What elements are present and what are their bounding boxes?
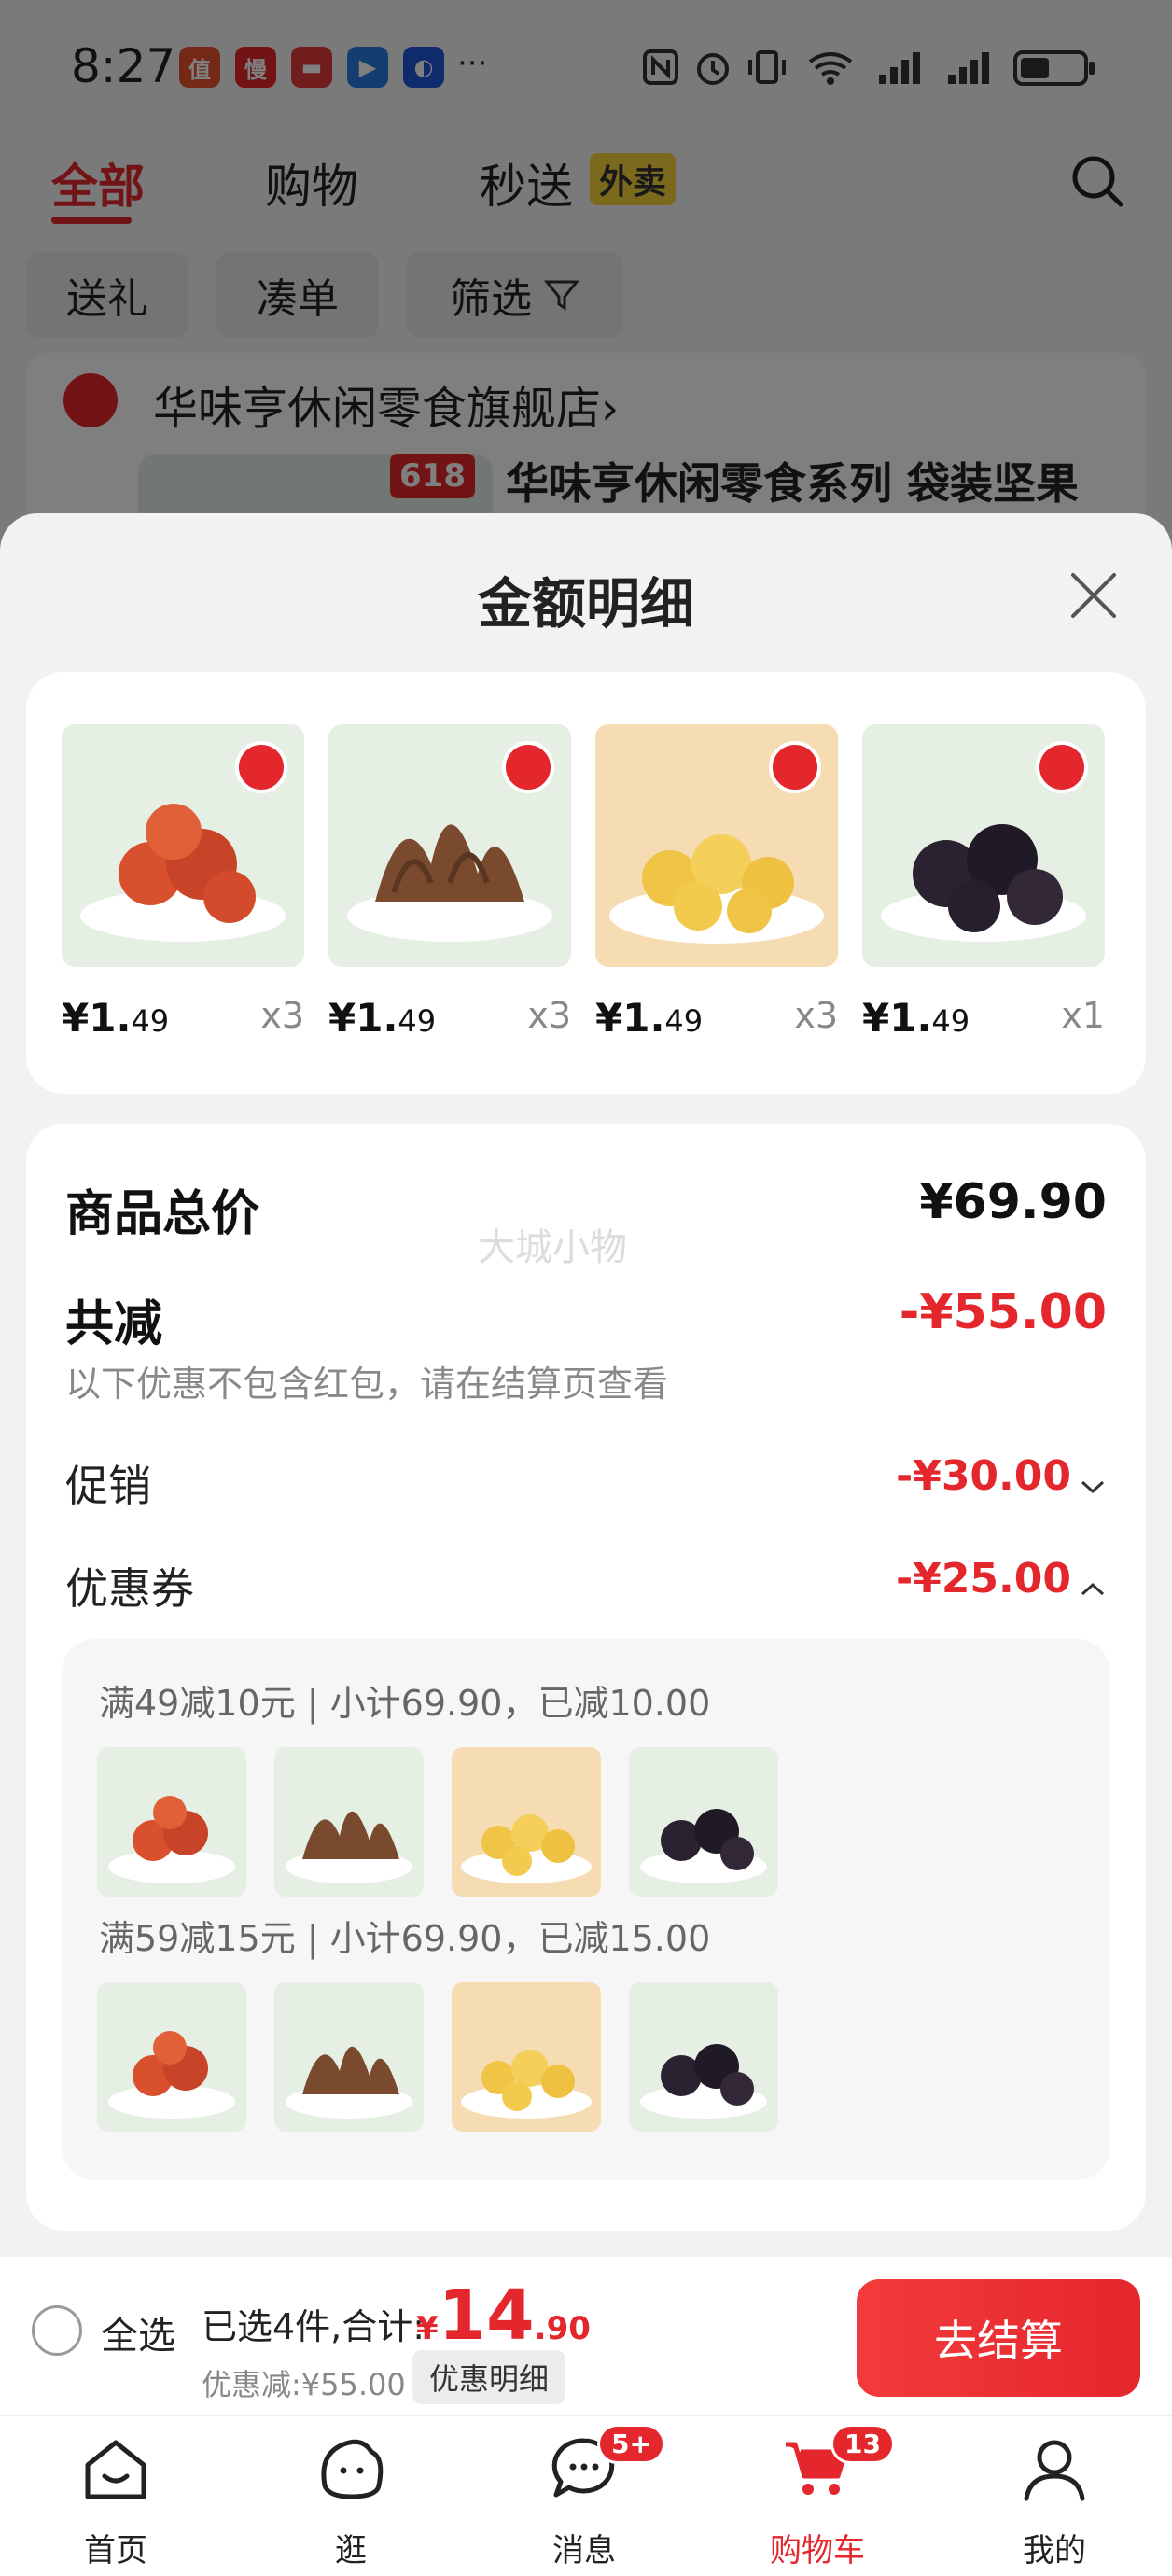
selected-check-icon: [1036, 741, 1088, 793]
coupon-detail-panel: 满49减10元 | 小计69.90，已减10.00 满59减15元 | 小计69…: [62, 1639, 1110, 2180]
total-row: 商品总价 ¥69.90: [65, 1174, 1107, 1244]
product-qty: x3: [527, 995, 571, 1036]
coupon-product-thumb: [97, 1982, 246, 2132]
tab-profile[interactable]: 我的: [970, 2416, 1138, 2576]
coupon-product-thumb: [274, 1982, 424, 2132]
tab-profile-label: 我的: [1023, 2532, 1086, 2569]
amount-detail-sheet: 金额明细 ¥1.49 x3 ¥1.49 x3 ¥1.49 x3 ¥1.49 x1…: [0, 513, 1172, 2576]
coupon-product-thumb: [629, 1747, 778, 1897]
sheet-title: 金额明细: [477, 572, 694, 636]
coupon-product-thumb: [97, 1747, 246, 1897]
product-price: ¥1.49: [328, 995, 437, 1041]
discount-detail-button[interactable]: 优惠明细: [412, 2350, 566, 2404]
total-value: ¥69.90: [919, 1174, 1107, 1230]
checkout-bar: 全选 已选4件,合计: ¥14.90 优惠减:¥55.00 优惠明细 去结算: [0, 2257, 1172, 2415]
close-icon[interactable]: [1066, 567, 1122, 623]
total-label: 商品总价: [65, 1186, 260, 1242]
cart-badge: 13: [830, 2424, 895, 2464]
tab-browse[interactable]: 逛: [267, 2416, 435, 2576]
selected-count: 已选4件,合计:: [202, 2306, 426, 2347]
tab-cart-label: 购物车: [770, 2532, 865, 2569]
tab-browse-label: 逛: [335, 2532, 367, 2569]
product-item[interactable]: ¥1.49 x3: [328, 724, 571, 1041]
coupon-product-thumb: [452, 1982, 601, 2132]
reduce-value: -¥55.00: [899, 1284, 1107, 1340]
product-qty: x3: [260, 995, 304, 1036]
promo-label: 促销: [65, 1461, 151, 1511]
selected-check-icon: [235, 741, 287, 793]
reduce-row: 共减 -¥55.00: [65, 1284, 1107, 1354]
discount-text: 优惠减:¥55.00: [202, 2367, 406, 2402]
select-all-label[interactable]: 全选: [101, 2305, 175, 2359]
tab-cart[interactable]: 13 购物车: [733, 2416, 901, 2576]
promo-value-wrap: -¥30.00: [896, 1452, 1107, 1500]
coupon-label: 优惠券: [65, 1563, 194, 1614]
coupon-product-thumb: [274, 1747, 424, 1897]
product-strip: ¥1.49 x3 ¥1.49 x3 ¥1.49 x3 ¥1.49 x1: [26, 672, 1146, 1094]
coupon-product-thumb: [629, 1982, 778, 2132]
product-item[interactable]: ¥1.49 x3: [62, 724, 304, 1041]
home-icon: [85, 2440, 146, 2499]
product-price: ¥1.49: [595, 995, 704, 1041]
bottom-tab-bar: 首页 逛 5+ 消息 13 购物车 我的: [0, 2415, 1172, 2576]
select-all-radio[interactable]: [32, 2305, 82, 2356]
product-image: [328, 724, 571, 967]
tab-home-label: 首页: [84, 2532, 147, 2569]
product-item[interactable]: ¥1.49 x1: [862, 724, 1105, 1041]
product-qty: x1: [1061, 995, 1105, 1036]
tab-home[interactable]: 首页: [32, 2416, 200, 2576]
price-summary-card: 大城小物 商品总价 ¥69.90 共减 -¥55.00 以下优惠不包含红包，请在…: [26, 1124, 1146, 2231]
tab-messages[interactable]: 5+ 消息: [500, 2416, 668, 2576]
reduce-label: 共减: [65, 1296, 163, 1352]
promo-value: -¥30.00: [895, 1452, 1071, 1500]
coupon-product-thumb: [452, 1747, 601, 1897]
selected-check-icon: [502, 741, 554, 793]
coupon-group-title: 满59减15元 | 小计69.90，已减15.00: [99, 1918, 711, 1959]
product-price: ¥1.49: [862, 995, 970, 1041]
coupon-group-title: 满49减10元 | 小计69.90，已减10.00: [99, 1683, 711, 1724]
messages-badge: 5+: [597, 2424, 665, 2464]
coupon-row[interactable]: 优惠券 -¥25.00: [65, 1555, 1107, 1617]
profile-icon: [1024, 2440, 1085, 2501]
reduce-note: 以下优惠不包含红包，请在结算页查看: [65, 1364, 669, 1405]
coupon-value: -¥25.00: [895, 1555, 1071, 1603]
modal-overlay[interactable]: [0, 0, 1172, 560]
product-image: [62, 724, 304, 967]
promo-row[interactable]: 促销 -¥30.00: [65, 1452, 1107, 1514]
checkout-button[interactable]: 去结算: [857, 2279, 1140, 2397]
product-qty: x3: [794, 995, 838, 1036]
browse-face-icon: [321, 2439, 384, 2499]
total-amount: ¥14.90: [416, 2275, 591, 2356]
coupon-value-wrap: -¥25.00: [896, 1555, 1107, 1603]
product-item[interactable]: ¥1.49 x3: [595, 724, 838, 1041]
selected-check-icon: [769, 741, 821, 793]
product-image: [595, 724, 838, 967]
chevron-up-icon: [1081, 1582, 1105, 1595]
product-image: [862, 724, 1105, 967]
tab-messages-label: 消息: [552, 2532, 616, 2569]
product-price: ¥1.49: [62, 995, 170, 1041]
chevron-down-icon: [1081, 1480, 1105, 1493]
